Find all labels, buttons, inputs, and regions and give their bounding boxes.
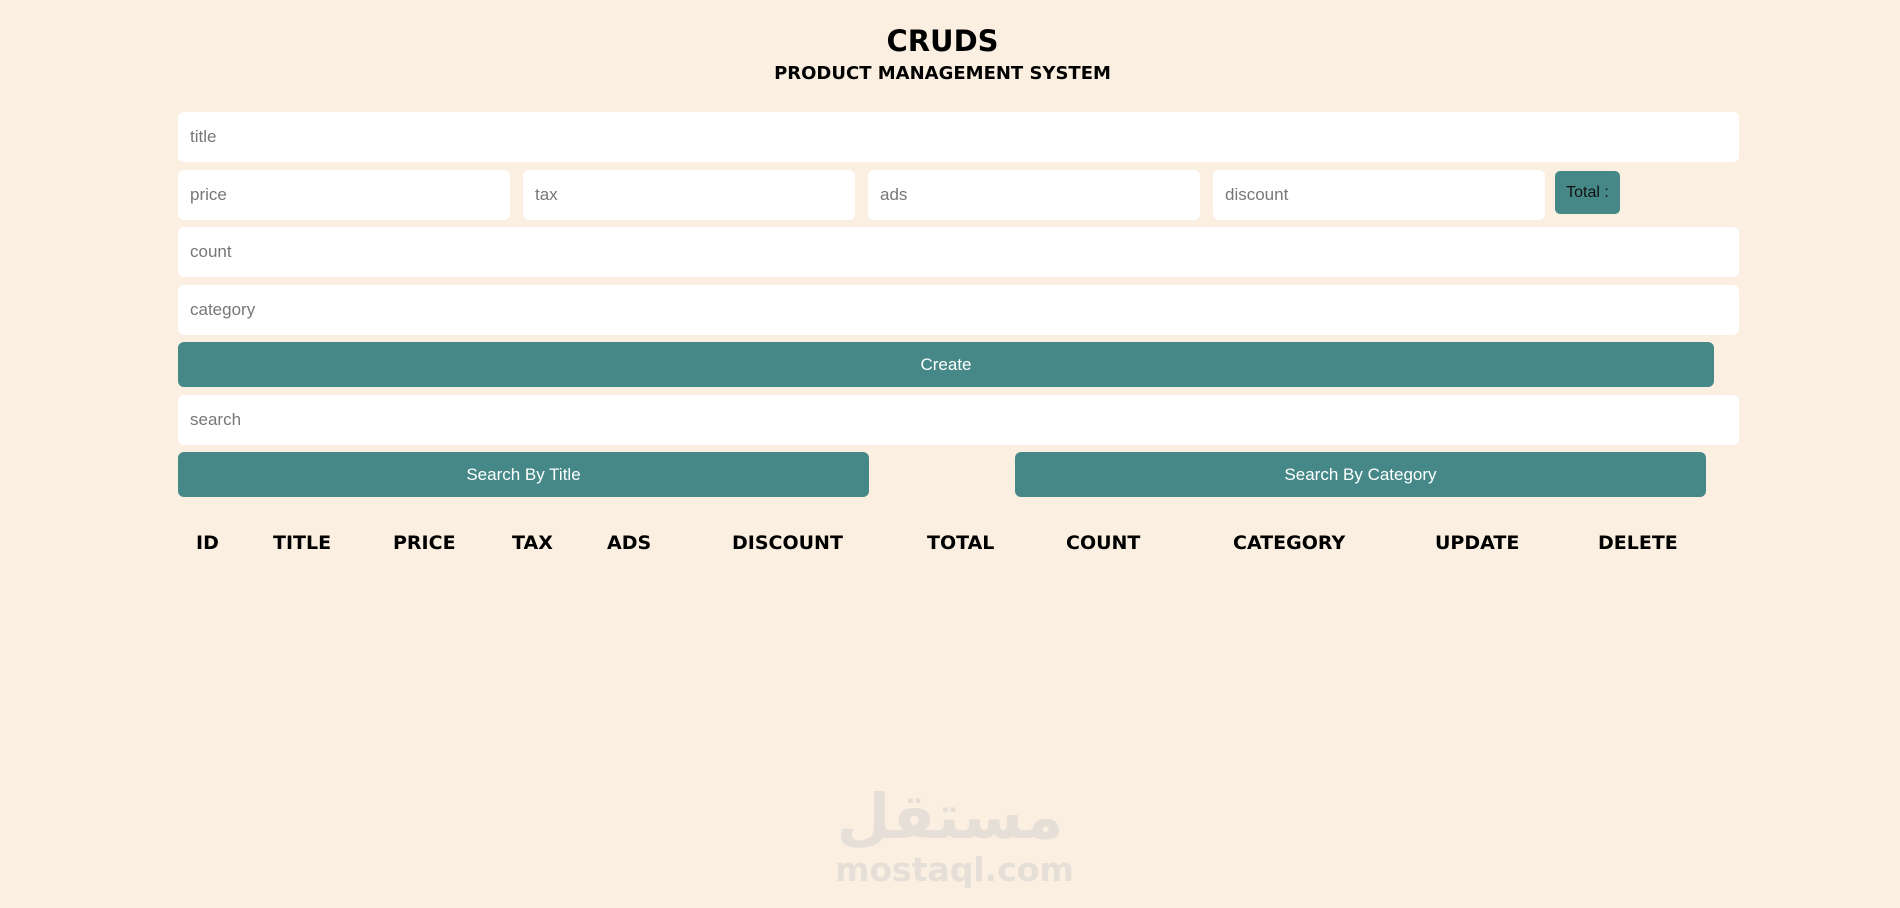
- column-header-title: TITLE: [273, 532, 332, 554]
- search-by-category-button[interactable]: Search By Category: [1015, 452, 1706, 497]
- search-by-title-button[interactable]: Search By Title: [178, 452, 869, 497]
- page: CRUDS PRODUCT MANAGEMENT SYSTEM Total : …: [0, 0, 1900, 908]
- app-subtitle: PRODUCT MANAGEMENT SYSTEM: [774, 63, 1111, 84]
- price-input[interactable]: [178, 170, 510, 220]
- column-header-category: CATEGORY: [1233, 532, 1346, 554]
- category-input[interactable]: [178, 285, 1739, 335]
- ads-input[interactable]: [868, 170, 1200, 220]
- column-header-ads: ADS: [607, 532, 652, 554]
- watermark-arabic-text: مستقل: [836, 780, 1064, 853]
- column-header-id: ID: [196, 532, 219, 554]
- watermark-logo: مستقل mostaql.com: [835, 780, 1074, 892]
- total-badge: Total :: [1555, 171, 1620, 214]
- discount-input[interactable]: [1213, 170, 1545, 220]
- column-header-update: UPDATE: [1435, 532, 1520, 554]
- app-title: CRUDS: [886, 24, 999, 58]
- title-input[interactable]: [178, 112, 1739, 162]
- column-header-price: PRICE: [393, 532, 456, 554]
- tax-input[interactable]: [523, 170, 855, 220]
- column-header-tax: TAX: [512, 532, 553, 554]
- watermark-latin-text: mostaql.com: [835, 850, 1074, 889]
- column-header-total: TOTAL: [927, 532, 995, 554]
- page-header: CRUDS PRODUCT MANAGEMENT SYSTEM: [0, 22, 1885, 86]
- column-header-count: COUNT: [1066, 532, 1141, 554]
- count-input[interactable]: [178, 227, 1739, 277]
- table-header: ID TITLE PRICE TAX ADS DISCOUNT TOTAL CO…: [0, 530, 1900, 556]
- column-header-discount: DISCOUNT: [732, 532, 843, 554]
- create-button[interactable]: Create: [178, 342, 1714, 387]
- search-input[interactable]: [178, 395, 1739, 445]
- column-header-delete: DELETE: [1598, 532, 1678, 554]
